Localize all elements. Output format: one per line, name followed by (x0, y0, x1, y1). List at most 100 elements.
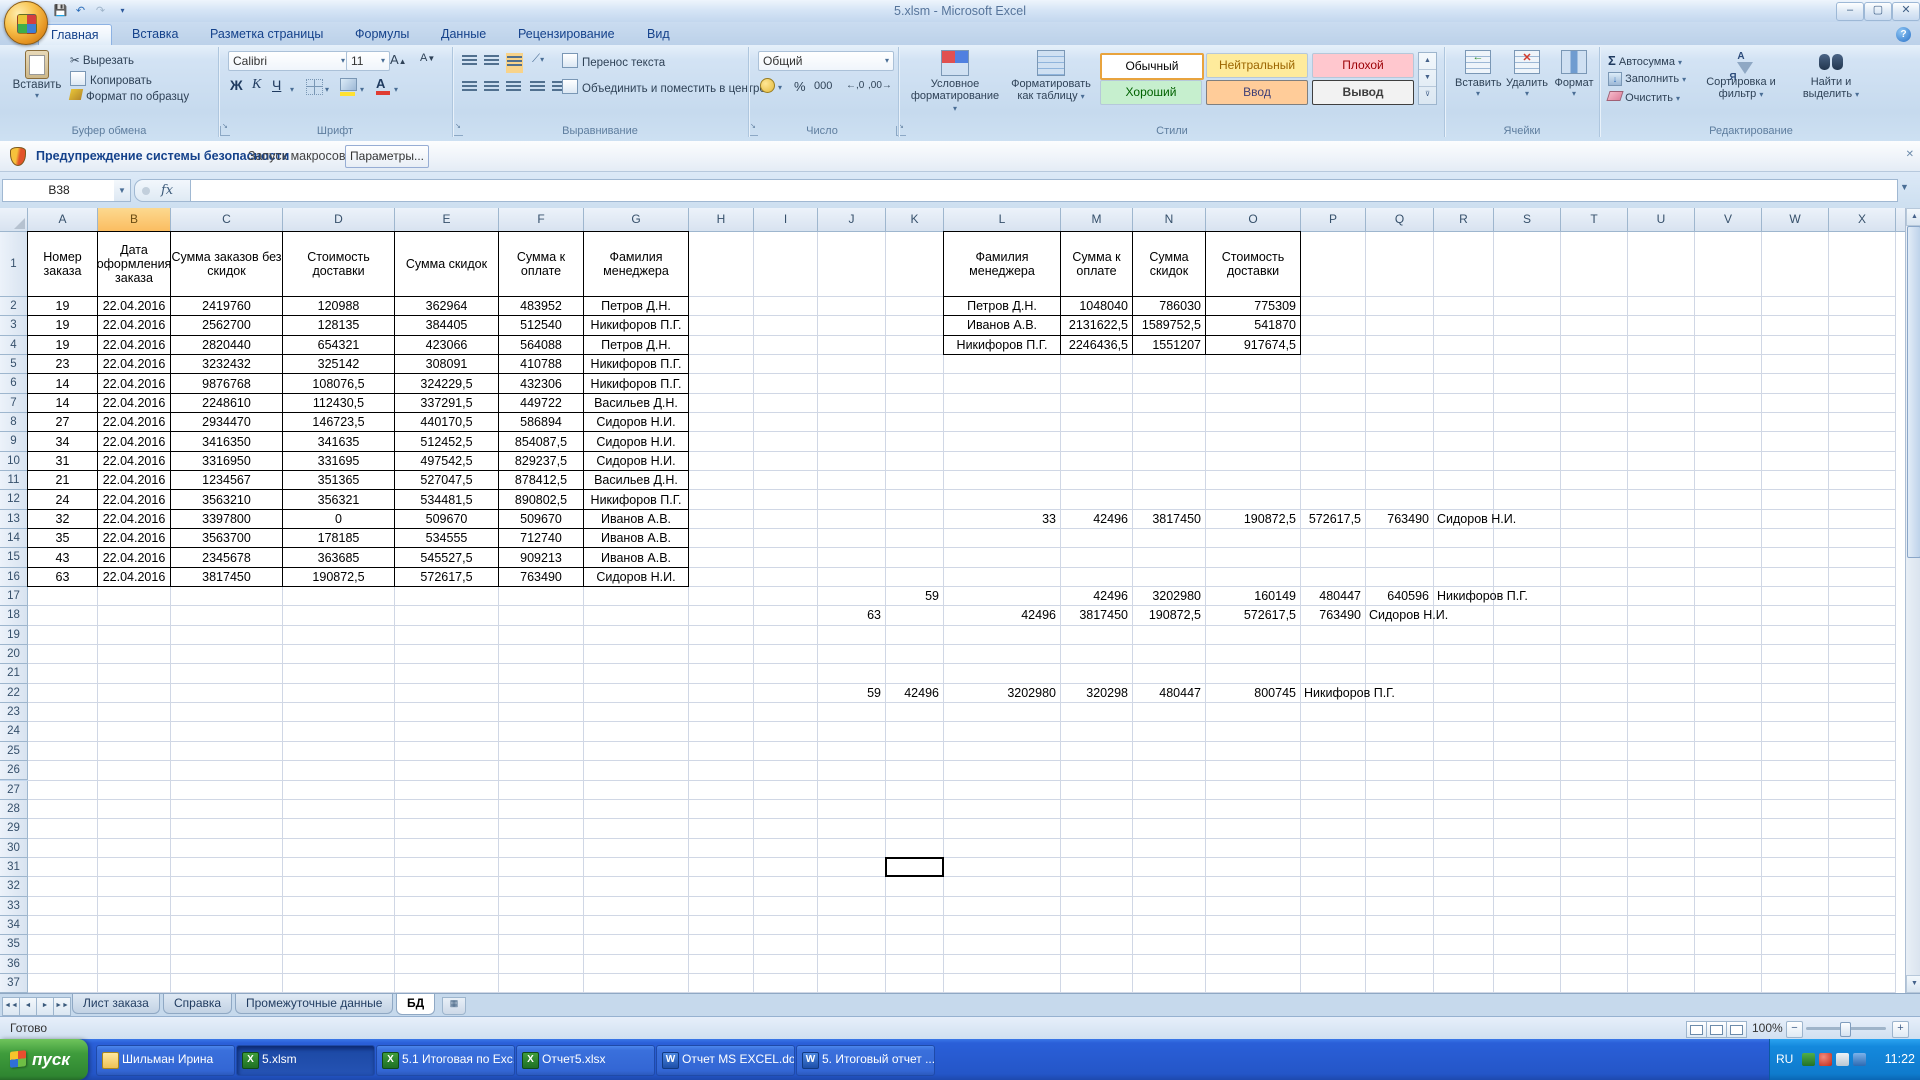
delete-cells-button[interactable]: ✕ Удалить▾ (1504, 50, 1550, 98)
cell-O4[interactable]: 917674,5 (1205, 335, 1301, 355)
number-format-select[interactable]: Общий▾ (758, 51, 894, 71)
cell-C14[interactable]: 3563700 (170, 528, 283, 548)
style-Ввод[interactable]: Ввод (1206, 80, 1308, 105)
cell-N18[interactable]: 190872,5 (1133, 606, 1201, 624)
column-header-G[interactable]: G (584, 208, 689, 232)
cell-G14[interactable]: Иванов А.В. (583, 528, 689, 548)
row-header-8[interactable]: 8 (0, 413, 28, 432)
cell-P18[interactable]: 763490 (1301, 606, 1361, 624)
cell-L4[interactable]: Никифоров П.Г. (943, 335, 1061, 355)
cell-C4[interactable]: 2820440 (170, 335, 283, 355)
cell-B2[interactable]: 22.04.2016 (97, 296, 171, 316)
insert-function-button[interactable]: fx (134, 179, 192, 202)
cell-B15[interactable]: 22.04.2016 (97, 547, 171, 567)
cell-G15[interactable]: Иванов А.В. (583, 547, 689, 567)
insert-cells-button[interactable]: ← Вставить▾ (1455, 50, 1501, 98)
cell-C11[interactable]: 1234567 (170, 470, 283, 490)
cell-E16[interactable]: 572617,5 (394, 567, 499, 587)
gallery-up-icon[interactable]: ▲ (1419, 53, 1436, 69)
sheet-tab-Справка[interactable]: Справка (163, 994, 232, 1014)
column-header-E[interactable]: E (395, 208, 499, 232)
cell-D10[interactable]: 331695 (282, 451, 395, 471)
taskbar-item-5. Итоговый отчет ...[interactable]: W5. Итоговый отчет ... (796, 1045, 935, 1076)
cell-E2[interactable]: 362964 (394, 296, 499, 316)
row-header-27[interactable]: 27 (0, 781, 28, 800)
row-header-15[interactable]: 15 (0, 548, 28, 567)
zoom-out-icon[interactable]: − (1786, 1021, 1803, 1038)
column-header-M[interactable]: M (1061, 208, 1133, 232)
cell-L18[interactable]: 42496 (944, 606, 1056, 624)
name-box-dropdown-icon[interactable]: ▼ (114, 179, 131, 202)
cell-G9[interactable]: Сидоров Н.И. (583, 431, 689, 451)
cell-K17[interactable]: 59 (886, 587, 939, 605)
last-sheet-icon[interactable]: ►► (53, 997, 71, 1016)
table2-header-M[interactable]: Сумма к оплате (1060, 231, 1133, 297)
cell-R17[interactable]: Никифоров П.Г. (1437, 587, 1528, 605)
cell-A6[interactable]: 14 (27, 373, 98, 393)
cell-G5[interactable]: Никифоров П.Г. (583, 354, 689, 374)
cut-button[interactable]: ✂ Вырезать (70, 53, 134, 67)
autosum-button[interactable]: Σ Автосумма ▾ (1608, 53, 1682, 68)
row-header-17[interactable]: 17 (0, 587, 28, 606)
cell-O22[interactable]: 800745 (1206, 684, 1296, 702)
first-sheet-icon[interactable]: ◄◄ (2, 997, 20, 1016)
row-header-5[interactable]: 5 (0, 355, 28, 374)
cell-F13[interactable]: 509670 (498, 509, 584, 529)
table1-header-C[interactable]: Сумма заказов без скидок (170, 231, 283, 297)
office-button[interactable] (4, 1, 48, 45)
cell-F6[interactable]: 432306 (498, 373, 584, 393)
page-break-view-button[interactable] (1726, 1021, 1747, 1038)
row-header-6[interactable]: 6 (0, 374, 28, 393)
cell-F14[interactable]: 712740 (498, 528, 584, 548)
row-header-18[interactable]: 18 (0, 606, 28, 625)
cell-C7[interactable]: 2248610 (170, 393, 283, 413)
find-select-button[interactable]: Найти и выделить ▾ (1790, 50, 1872, 100)
cell-Q17[interactable]: 640596 (1366, 587, 1429, 605)
decrease-indent-button[interactable] (530, 79, 545, 97)
sheet-tab-Лист заказа[interactable]: Лист заказа (72, 994, 160, 1014)
row-header-13[interactable]: 13 (0, 510, 28, 529)
style-Обычный[interactable]: Обычный (1100, 53, 1204, 80)
row-header-30[interactable]: 30 (0, 839, 28, 858)
cell-E5[interactable]: 308091 (394, 354, 499, 374)
vertical-scroll-thumb[interactable] (1907, 226, 1920, 558)
cell-E3[interactable]: 384405 (394, 315, 499, 335)
column-header-B[interactable]: B (98, 208, 171, 233)
cell-D6[interactable]: 108076,5 (282, 373, 395, 393)
redo-icon[interactable]: ↷ (92, 3, 109, 19)
cell-A4[interactable]: 19 (27, 335, 98, 355)
row-header-31[interactable]: 31 (0, 858, 28, 877)
cell-M13[interactable]: 42496 (1061, 510, 1128, 528)
cell-B13[interactable]: 22.04.2016 (97, 509, 171, 529)
row-header-26[interactable]: 26 (0, 761, 28, 780)
sort-filter-button[interactable]: АЯ Сортировка и фильтр ▾ (1700, 50, 1782, 100)
cell-A10[interactable]: 31 (27, 451, 98, 471)
table1-header-B[interactable]: Дата оформления заказа (97, 231, 171, 297)
cell-N13[interactable]: 3817450 (1133, 510, 1201, 528)
cell-Q18[interactable]: Сидоров Н.И. (1369, 606, 1448, 624)
row-header-19[interactable]: 19 (0, 626, 28, 645)
column-header-J[interactable]: J (818, 208, 886, 232)
cell-G13[interactable]: Иванов А.В. (583, 509, 689, 529)
taskbar-item-Шильман Ирина[interactable]: Шильман Ирина (96, 1045, 235, 1076)
cell-D2[interactable]: 120988 (282, 296, 395, 316)
cell-F8[interactable]: 586894 (498, 412, 584, 432)
accounting-dropdown-icon[interactable]: ▾ (778, 83, 782, 92)
table1-header-G[interactable]: Фамилия менеджера (583, 231, 689, 297)
cell-D13[interactable]: 0 (282, 509, 395, 529)
font-name-select[interactable]: Calibri▾ (228, 51, 350, 71)
row-header-4[interactable]: 4 (0, 336, 28, 355)
borders-button[interactable] (306, 79, 323, 95)
cell-D3[interactable]: 128135 (282, 315, 395, 335)
column-header-W[interactable]: W (1762, 208, 1829, 232)
cell-A16[interactable]: 63 (27, 567, 98, 587)
wrap-text-button[interactable]: Перенос текста (562, 53, 665, 69)
expand-formula-bar-icon[interactable]: ▼ (1900, 182, 1909, 192)
cell-E8[interactable]: 440170,5 (394, 412, 499, 432)
grow-font-button[interactable]: A▲ (390, 52, 407, 67)
cell-D16[interactable]: 190872,5 (282, 567, 395, 587)
cell-M22[interactable]: 320298 (1061, 684, 1128, 702)
row-header-33[interactable]: 33 (0, 897, 28, 916)
cell-B12[interactable]: 22.04.2016 (97, 489, 171, 509)
cell-M4[interactable]: 2246436,5 (1060, 335, 1133, 355)
